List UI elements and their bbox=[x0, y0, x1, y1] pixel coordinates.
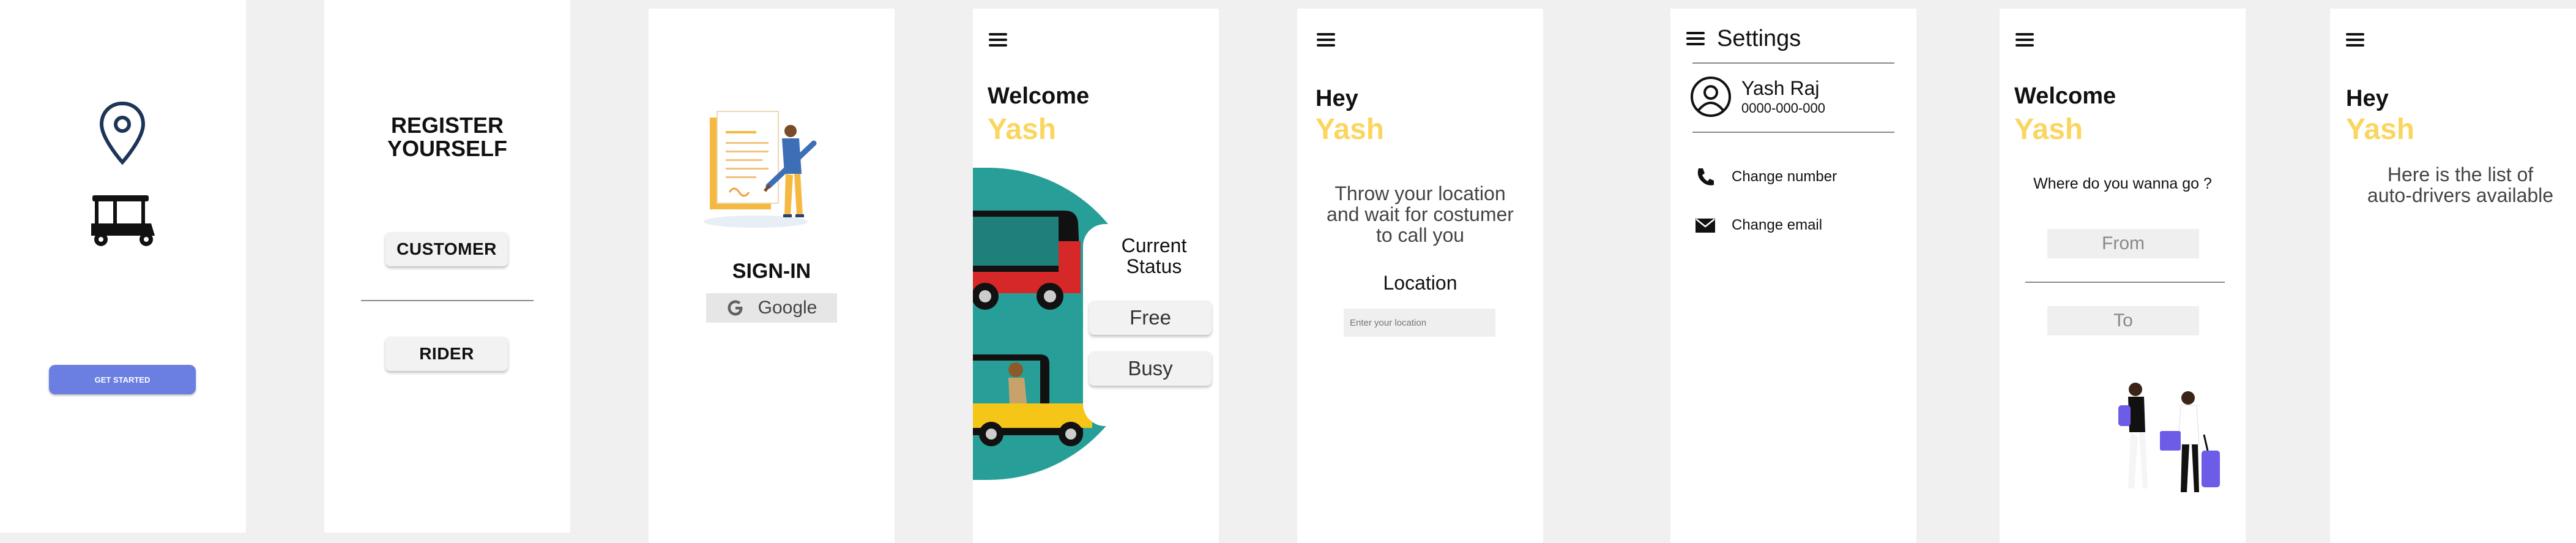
menu-icon[interactable] bbox=[1686, 32, 1705, 45]
current-status-label: Current Status bbox=[1093, 235, 1215, 277]
menu-icon[interactable] bbox=[989, 33, 1007, 47]
location-instructions-line2: and wait for costumer bbox=[1327, 203, 1514, 225]
change-number-item[interactable]: Change number bbox=[1695, 167, 1837, 187]
yellow-auto-rickshaw-illustration bbox=[973, 354, 1092, 446]
settings-title: Settings bbox=[1717, 26, 1801, 51]
email-icon bbox=[1696, 219, 1715, 233]
google-signin-button[interactable]: Google bbox=[706, 293, 837, 323]
change-email-item[interactable]: Change email bbox=[1695, 217, 1822, 234]
rider-button[interactable]: RIDER bbox=[385, 337, 508, 371]
from-field[interactable]: From bbox=[2047, 229, 2199, 258]
to-field[interactable]: To bbox=[2047, 306, 2199, 335]
settings-profile-divider bbox=[1692, 132, 1894, 133]
location-instructions: Throw your location and wait for costume… bbox=[1297, 183, 1543, 245]
rider-location-screen: Hey Yash Throw your location and wait fo… bbox=[1297, 9, 1543, 543]
auto-rickshaw-icon bbox=[91, 195, 155, 246]
drivers-list-message: Here is the list of auto-drivers availab… bbox=[2337, 164, 2576, 206]
hey-heading: Hey bbox=[2346, 86, 2389, 111]
user-name: Yash bbox=[2014, 113, 2083, 146]
settings-top-divider bbox=[1692, 62, 1894, 64]
travelers-illustration bbox=[2118, 383, 2220, 492]
profile-phone: 0000-000-000 bbox=[1741, 100, 1826, 116]
free-status-button[interactable]: Free bbox=[1089, 301, 1212, 335]
change-number-label: Change number bbox=[1732, 168, 1837, 185]
signin-title: SIGN-IN bbox=[732, 260, 811, 283]
rider-status-screen: Welcome Yash Current Status Free Busy bbox=[973, 9, 1219, 543]
menu-icon[interactable] bbox=[2016, 33, 2034, 47]
location-input[interactable] bbox=[1344, 309, 1495, 337]
register-screen: REGISTER YOURSELF CUSTOMER RIDER bbox=[324, 0, 570, 533]
settings-screen: Settings Yash Raj 0000-000-000 Change nu… bbox=[1670, 9, 1916, 543]
welcome-heading: Welcome bbox=[988, 83, 1090, 109]
hey-heading: Hey bbox=[1316, 86, 1358, 111]
from-to-divider bbox=[2025, 282, 2225, 283]
destination-question: Where do you wanna go ? bbox=[2033, 175, 2212, 192]
splash-screen: GET STARTED bbox=[0, 0, 246, 533]
location-pin-icon bbox=[99, 101, 146, 165]
register-title-line1: REGISTER bbox=[390, 113, 504, 138]
user-name: Yash bbox=[988, 113, 1057, 146]
change-email-label: Change email bbox=[1732, 217, 1823, 233]
red-auto-rickshaw-illustration bbox=[973, 211, 1081, 310]
welcome-heading: Welcome bbox=[2014, 83, 2116, 109]
customer-destination-screen: Welcome Yash Where do you wanna go ? Fro… bbox=[2000, 9, 2246, 543]
customer-button[interactable]: CUSTOMER bbox=[385, 232, 508, 266]
current-status-line2: Status bbox=[1126, 255, 1182, 277]
signing-document-illustration bbox=[704, 111, 817, 228]
user-name: Yash bbox=[2346, 113, 2415, 146]
get-started-label: GET STARTED bbox=[94, 375, 151, 384]
user-name: Yash bbox=[1316, 113, 1385, 146]
profile-name: Yash Raj bbox=[1741, 77, 1820, 99]
drivers-list-message-line1: Here is the list of bbox=[2387, 163, 2534, 185]
register-title: REGISTER YOURSELF bbox=[324, 114, 570, 160]
phone-icon bbox=[1697, 168, 1714, 185]
location-instructions-line3: to call you bbox=[1375, 224, 1465, 246]
google-icon bbox=[728, 300, 743, 316]
drivers-list-message-line2: auto-drivers available bbox=[2367, 184, 2554, 206]
menu-icon[interactable] bbox=[2346, 33, 2364, 47]
signin-screen: SIGN-IN Google bbox=[649, 9, 895, 543]
drivers-list-screen: Hey Yash Here is the list of auto-driver… bbox=[2330, 9, 2576, 543]
location-label: Location bbox=[1383, 272, 1457, 294]
location-instructions-line1: Throw your location bbox=[1335, 182, 1506, 204]
get-started-button[interactable]: GET STARTED bbox=[49, 365, 196, 394]
current-status-line1: Current bbox=[1121, 234, 1187, 257]
google-label: Google bbox=[758, 298, 817, 318]
busy-status-button[interactable]: Busy bbox=[1089, 351, 1212, 386]
divider bbox=[361, 300, 534, 301]
menu-icon[interactable] bbox=[1317, 33, 1335, 47]
user-avatar-icon bbox=[1691, 77, 1731, 117]
register-title-line2: YOURSELF bbox=[387, 136, 507, 161]
